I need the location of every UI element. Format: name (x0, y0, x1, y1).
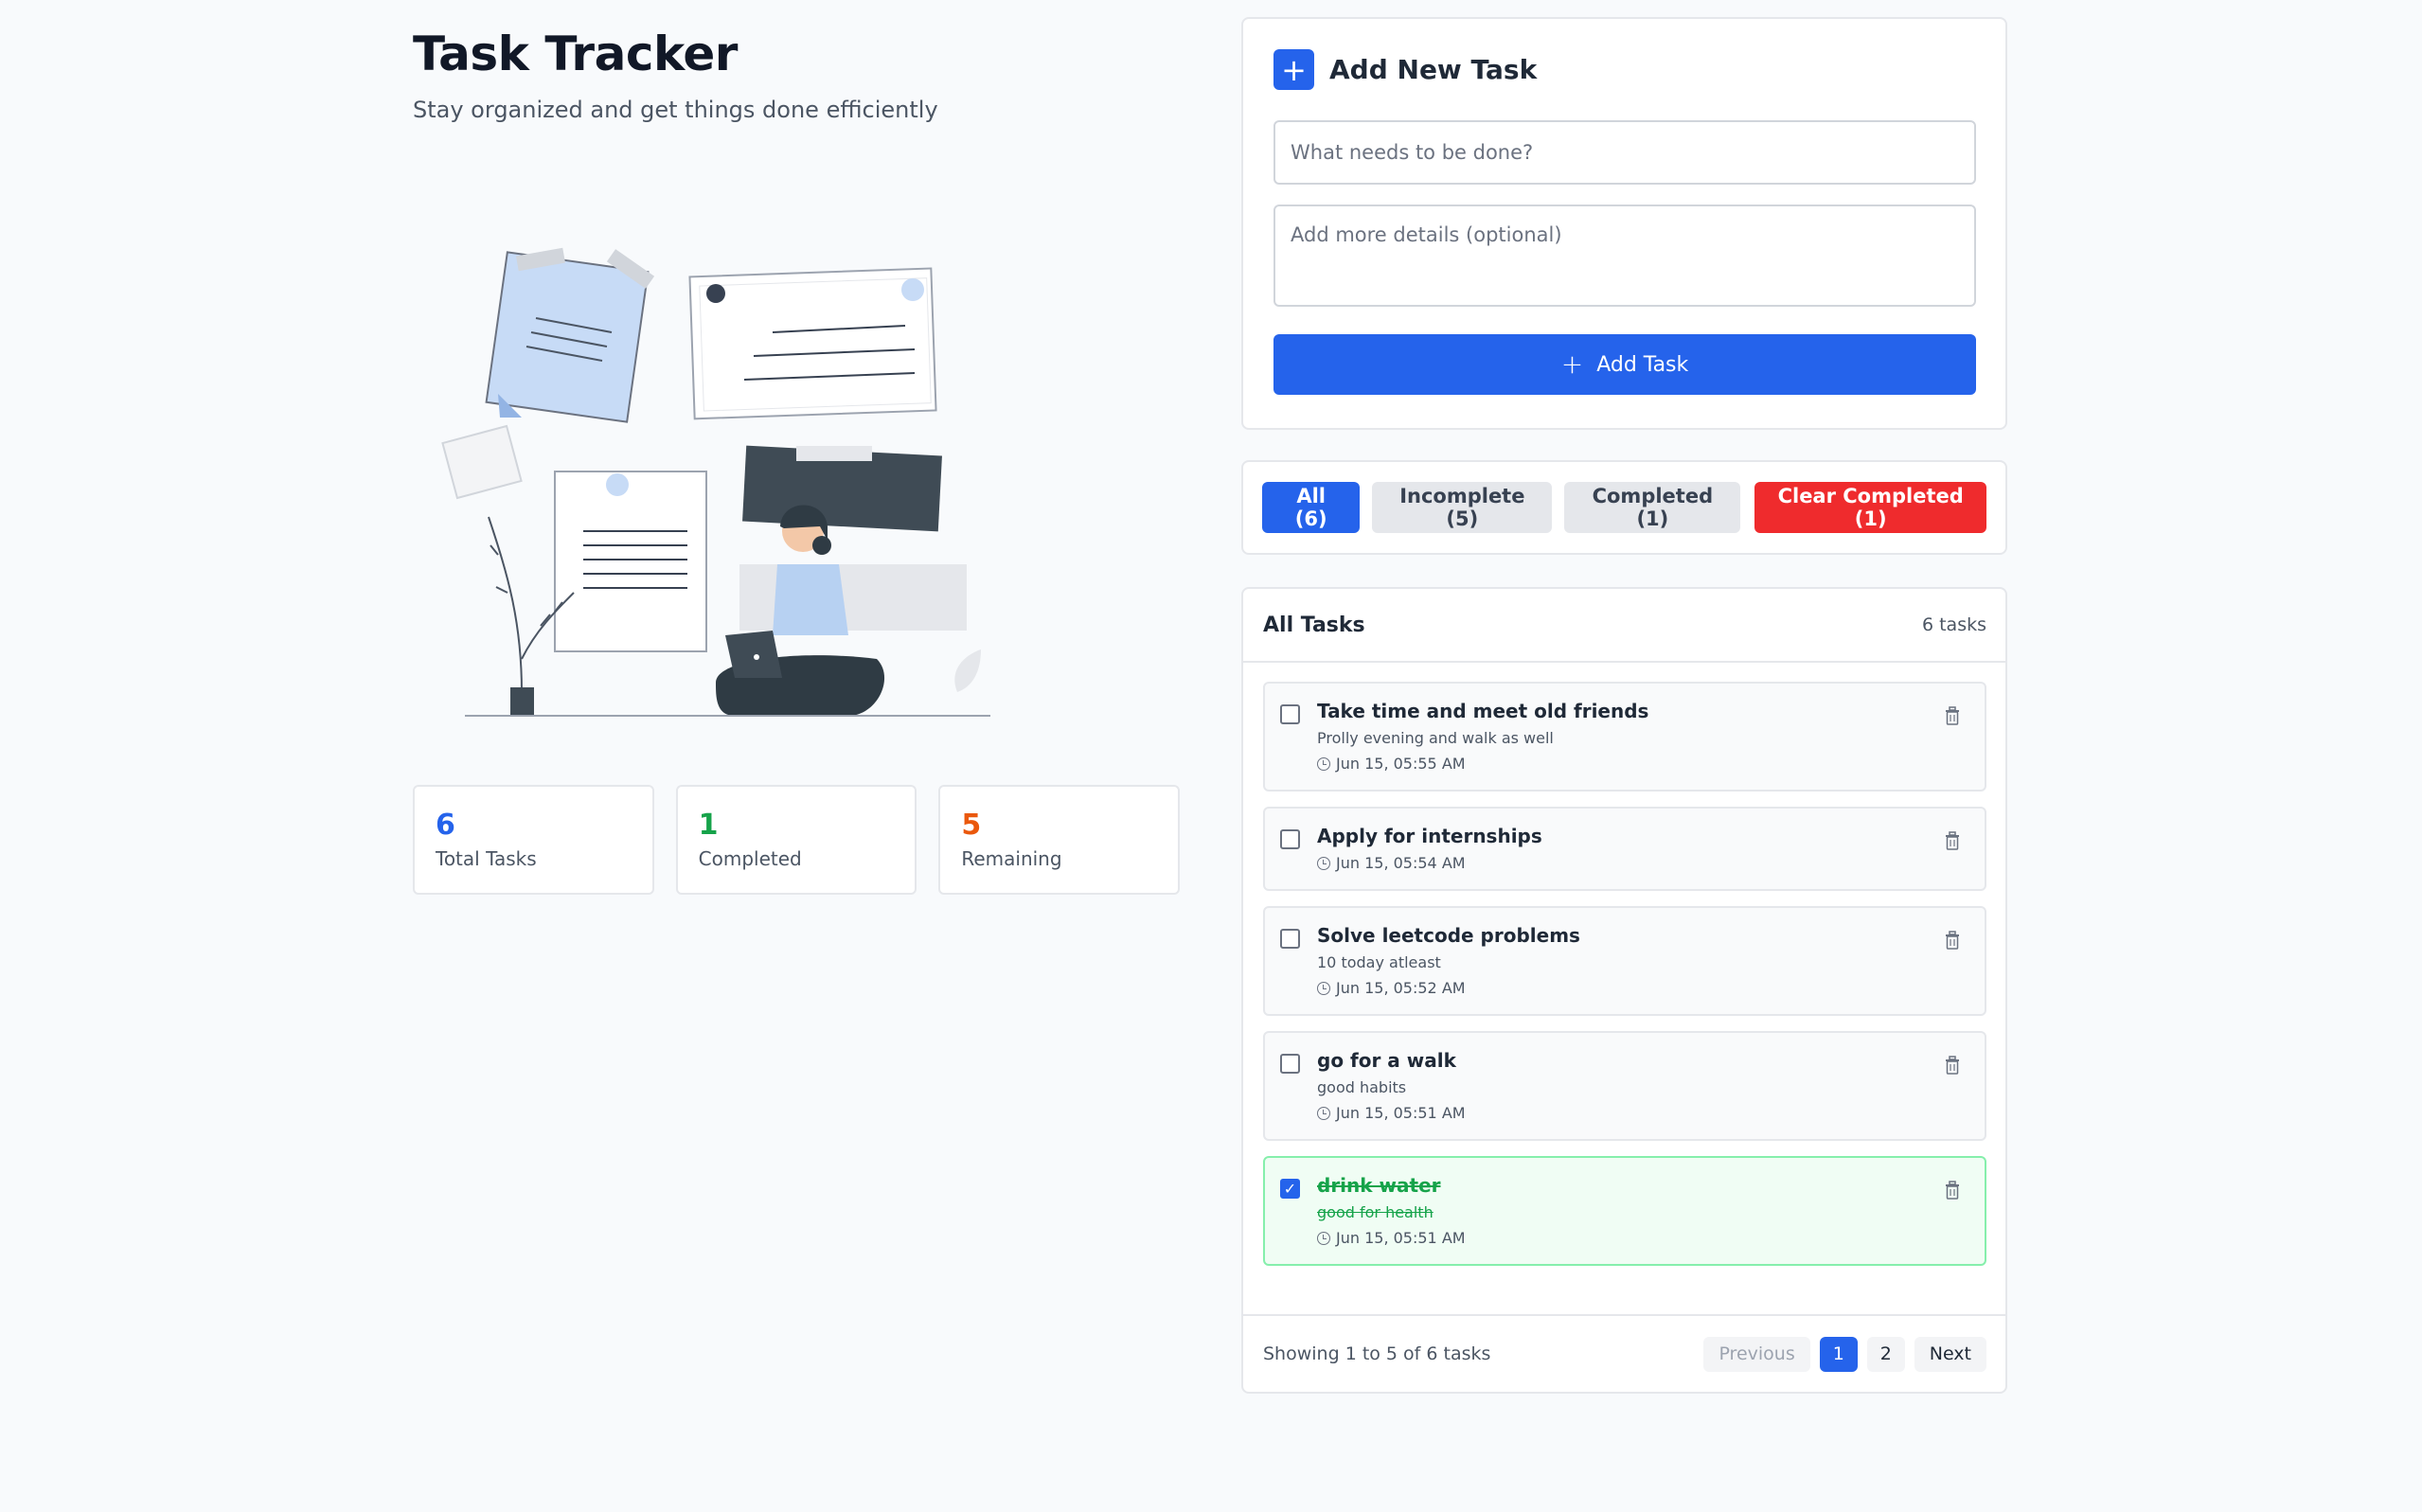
grid-paper-illustration (688, 267, 937, 420)
trash-icon[interactable] (1945, 931, 1960, 950)
task-item: go for a walk good habits Jun 15, 05:51 … (1263, 1031, 1986, 1141)
stat-total-tasks: 6 Total Tasks (413, 785, 654, 895)
task-timestamp: Jun 15, 05:54 AM (1317, 853, 1968, 874)
task-time-text: Jun 15, 05:51 AM (1336, 1104, 1466, 1122)
person-working-laptop-illustration (441, 247, 990, 717)
task-checkbox[interactable] (1280, 704, 1300, 724)
task-description: good for health (1317, 1203, 1434, 1221)
task-time-text: Jun 15, 05:55 AM (1336, 755, 1466, 773)
sticky-note-illustration (485, 247, 655, 423)
plus-icon: + (1560, 348, 1584, 380)
page-2-button[interactable]: 2 (1866, 1336, 1905, 1372)
task-count: 6 tasks (1921, 614, 1986, 635)
trash-icon[interactable] (1945, 831, 1960, 850)
trash-icon[interactable] (1945, 706, 1960, 725)
task-timestamp: Jun 15, 05:51 AM (1317, 1103, 1968, 1124)
clock-icon (1317, 1232, 1330, 1245)
task-checkbox[interactable] (1280, 829, 1300, 849)
task-tracker-page: Task Tracker Stay organized and get thin… (0, 0, 2422, 1512)
task-list-title: All Tasks (1263, 613, 1365, 637)
task-title-input[interactable] (1273, 120, 1976, 185)
task-checkbox[interactable] (1280, 929, 1300, 949)
pagination-summary: Showing 1 to 5 of 6 tasks (1263, 1343, 1491, 1364)
filter-all-button[interactable]: All (6) (1262, 482, 1361, 533)
task-list-card: All Tasks 6 tasks Take time and meet old… (1241, 587, 2007, 1394)
task-item: Take time and meet old friends Prolly ev… (1263, 682, 1986, 792)
filter-completed-button[interactable]: Completed (1) (1564, 482, 1741, 533)
task-description: 10 today atleast (1317, 953, 1441, 971)
task-time-text: Jun 15, 05:51 AM (1336, 1229, 1466, 1247)
trash-icon[interactable] (1945, 1181, 1960, 1200)
pagination-bar: Showing 1 to 5 of 6 tasks Previous 1 2 N… (1243, 1314, 2005, 1392)
trash-icon[interactable] (1945, 1056, 1960, 1075)
stat-remaining: 5 Remaining (938, 785, 1181, 895)
stat-completed-value: 1 (698, 809, 719, 842)
left-column: Task Tracker Stay organized and get thin… (413, 25, 1181, 895)
add-task-button[interactable]: + Add Task (1273, 334, 1976, 395)
clock-icon (1317, 982, 1330, 995)
task-checkbox[interactable] (1280, 1054, 1300, 1074)
stats-row: 6 Total Tasks 1 Completed 5 Remaining (413, 785, 1181, 895)
add-task-title: Add New Task (1329, 54, 1538, 85)
leaf-illustration (954, 649, 981, 692)
stat-remaining-label: Remaining (961, 847, 1062, 870)
task-time-text: Jun 15, 05:52 AM (1336, 979, 1466, 997)
task-title: drink water (1317, 1174, 1441, 1197)
clock-icon (1317, 857, 1330, 870)
notepad-illustration (554, 471, 707, 652)
clock-icon (1317, 1107, 1330, 1120)
page-subtitle: Stay organized and get things done effic… (413, 97, 938, 123)
task-checkbox-checked[interactable]: ✓ (1280, 1179, 1300, 1199)
task-time-text: Jun 15, 05:54 AM (1336, 854, 1466, 872)
filter-bar: All (6) Incomplete (5) Completed (1) Cle… (1241, 460, 2007, 555)
task-title: go for a walk (1317, 1049, 1456, 1072)
task-timestamp: Jun 15, 05:52 AM (1317, 978, 1968, 999)
task-list: Take time and meet old friends Prolly ev… (1243, 663, 2005, 1266)
task-title: Take time and meet old friends (1317, 700, 1649, 722)
clock-icon (1317, 757, 1330, 771)
add-task-card: + Add New Task + Add Task (1241, 17, 2007, 430)
add-task-header: + Add New Task (1273, 49, 1975, 90)
add-task-button-label: Add Task (1596, 352, 1689, 377)
next-page-button[interactable]: Next (1914, 1336, 1986, 1372)
task-item-completed: ✓ drink water good for health Jun 15, 05… (1263, 1156, 1986, 1266)
previous-page-button[interactable]: Previous (1703, 1336, 1810, 1372)
task-item: Solve leetcode problems 10 today atleast… (1263, 906, 1986, 1016)
task-title: Apply for internships (1317, 825, 1542, 847)
task-list-header: All Tasks 6 tasks (1243, 589, 2005, 663)
task-description: Prolly evening and walk as well (1317, 729, 1554, 747)
page-1-button[interactable]: 1 (1819, 1336, 1858, 1372)
small-paper-illustration (441, 424, 523, 500)
pagination-controls: Previous 1 2 Next (1703, 1336, 1986, 1372)
stat-remaining-value: 5 (961, 809, 982, 842)
stat-total-label: Total Tasks (436, 847, 537, 870)
task-timestamp: Jun 15, 05:51 AM (1317, 1228, 1968, 1249)
plus-icon: + (1273, 49, 1314, 90)
task-title: Solve leetcode problems (1317, 924, 1580, 947)
task-timestamp: Jun 15, 05:55 AM (1317, 754, 1968, 774)
stat-completed: 1 Completed (675, 785, 917, 895)
stat-total-value: 6 (436, 809, 455, 842)
task-item: Apply for internships Jun 15, 05:54 AM (1263, 807, 1986, 891)
page-title: Task Tracker (413, 27, 738, 81)
clear-completed-button[interactable]: Clear Completed (1) (1754, 482, 1986, 533)
task-details-textarea[interactable] (1273, 205, 1976, 307)
filter-incomplete-button[interactable]: Incomplete (5) (1372, 482, 1553, 533)
stat-completed-label: Completed (698, 847, 802, 870)
task-description: good habits (1317, 1078, 1407, 1096)
